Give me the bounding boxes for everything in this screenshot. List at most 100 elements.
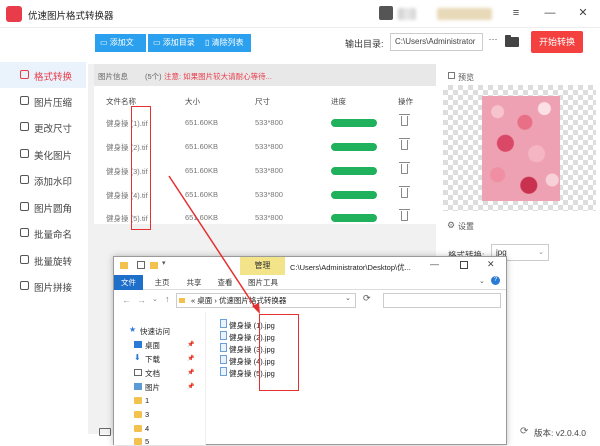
nav-quick-access[interactable]: 快速访问 [140,326,170,337]
explorer-folder-icon [120,262,128,269]
document-icon [134,369,142,376]
nav-folder-4[interactable]: 4 [145,424,149,433]
forward-icon[interactable]: → [137,295,146,305]
col-size: 大小 [185,97,200,106]
nav-downloads[interactable]: 下载 [145,354,160,365]
preview-title: 预览 [458,73,474,82]
add-file-button[interactable]: ▭ 添加文件 [95,34,146,65]
pin-icon: 📌 [187,384,195,390]
recent-dropdown-icon[interactable]: ⌄ [152,295,158,303]
download-icon: ⬇ [134,353,141,362]
list-info-label: 图片信息 [98,72,128,81]
refresh-icon[interactable]: ⟳ [520,426,528,437]
nav-desktop[interactable]: 桌面 [145,340,160,351]
back-icon[interactable]: ← [122,295,131,305]
resize-icon [20,122,29,131]
format-icon [20,70,29,79]
explorer-minimize-icon[interactable]: — [430,259,439,269]
explorer-check-icon [137,261,145,269]
rename-icon [20,228,29,237]
user-info [437,8,492,20]
delete-icon[interactable] [399,209,410,221]
ribbon-expand-icon[interactable]: ⌄ [479,277,485,285]
minimize-icon[interactable]: — [541,5,559,21]
folder-icon [134,411,142,418]
nav-documents[interactable]: 文档 [145,368,160,379]
sidebar-item-beautify[interactable]: 美化图片 [0,141,86,167]
file-dims: 533*800 [255,118,283,127]
gear-icon: ⚙ [447,220,456,230]
compress-icon [20,96,29,105]
start-convert-button[interactable]: 开始转换 [531,31,583,53]
sidebar-item-format-convert[interactable]: 格式转换 [0,62,86,88]
delete-icon[interactable] [399,138,410,150]
nav-folder-3[interactable]: 3 [145,410,149,419]
image-file-icon [220,355,227,364]
file-dims: 533*800 [255,142,283,151]
tab-file[interactable]: 文件 [114,275,143,290]
sidebar-item-watermark[interactable]: 添加水印 [0,167,86,193]
app-title: 优速图片格式转换器 [28,11,114,22]
annotation-arrow [168,175,260,314]
progress-bar [331,191,377,199]
nav-folder-1[interactable]: 1 [145,396,149,405]
help-icon[interactable]: ? [491,276,500,285]
settings-title: 设置 [458,222,474,231]
pictures-icon [134,383,142,390]
pin-icon: 📌 [187,356,195,362]
address-dropdown-icon[interactable]: ⌄ [345,294,351,302]
sidebar-item-compress[interactable]: 图片压缩 [0,88,86,114]
beautify-icon [20,149,29,158]
sidebar-item-stitch[interactable]: 图片拼接 [0,273,86,299]
pin-icon: 📌 [187,370,195,376]
folder-icon [134,425,142,432]
sidebar-item-batch-rename[interactable]: 批量命名 [0,220,86,246]
desktop-icon [134,341,142,348]
nav-pictures[interactable]: 图片 [145,382,160,393]
sidebar-item-batch-rotate[interactable]: 批量旋转 [0,247,86,273]
file-size: 651.60KB [185,142,218,151]
user-avatar[interactable] [379,6,393,20]
add-folder-button[interactable]: ▭ 添加目录 [148,34,200,52]
watermark-icon [20,175,29,184]
image-file-icon [220,331,227,340]
browse-button[interactable]: ··· [487,34,499,50]
keyboard-icon[interactable] [99,428,111,436]
delete-icon[interactable] [399,114,410,126]
list-count: (5个) [145,72,162,81]
output-dir-input[interactable]: C:\Users\Administrator [390,33,483,51]
menu-icon[interactable]: ≡ [507,5,525,21]
list-notice: 注意: 如果图片较大请耐心等待... [164,72,272,81]
close-icon[interactable]: ✕ [574,5,592,21]
open-folder-icon[interactable] [505,35,519,47]
explorer-window-path: C:\Users\Administrator\Desktop\优... [290,263,411,272]
annotation-box-source [131,106,151,230]
explorer-maximize-icon[interactable] [460,261,468,269]
rotate-icon [20,255,29,264]
app-logo-icon [6,6,22,22]
progress-bar [331,143,377,151]
sidebar-item-round-corner[interactable]: 图片圆角 [0,194,86,220]
clear-list-button[interactable]: ▯ 清除列表 [200,34,251,52]
delete-icon[interactable] [399,162,410,174]
image-file-icon [220,367,227,376]
search-input[interactable] [383,293,501,308]
preview-image [482,96,560,201]
col-actions: 操作 [398,97,413,106]
folder-icon [134,438,142,445]
version-label: 版本: v2.0.4.0 [534,428,586,438]
user-name [398,8,416,20]
pin-icon: 📌 [187,342,195,348]
sidebar-item-resize[interactable]: 更改尺寸 [0,114,86,140]
progress-bar [331,214,377,222]
progress-bar [331,167,377,175]
delete-icon[interactable] [399,186,410,198]
add-file-icon: ▭ [100,38,110,47]
explorer-close-icon[interactable]: ✕ [487,259,495,270]
star-icon: ★ [129,325,137,334]
refresh-icon[interactable]: ⟳ [363,293,371,304]
preview-icon [448,72,455,79]
image-file-icon [220,319,227,328]
col-progress: 进度 [331,97,346,106]
explorer-qa-folder-icon [150,262,158,269]
